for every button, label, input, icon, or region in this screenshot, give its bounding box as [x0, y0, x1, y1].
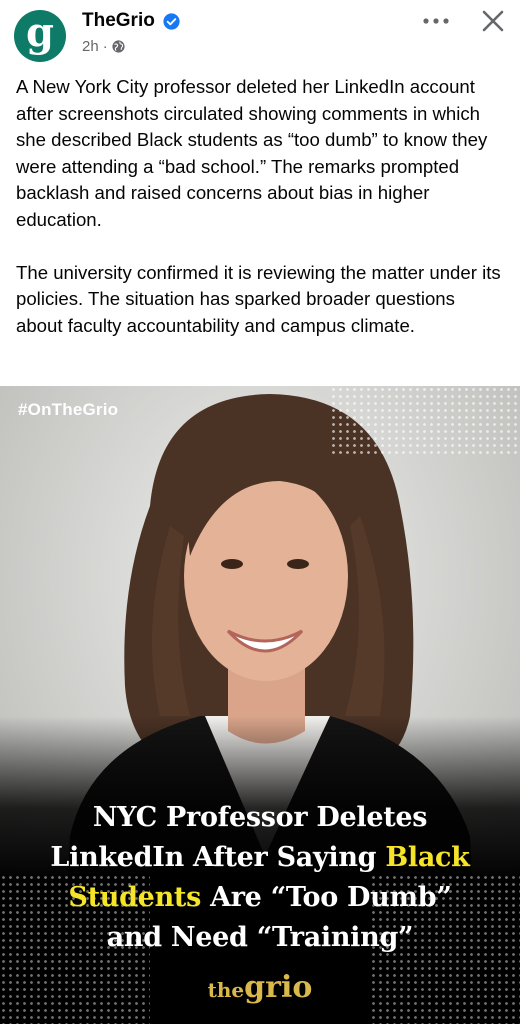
verified-badge-icon	[163, 13, 180, 30]
post-time[interactable]: 2h	[82, 38, 99, 55]
more-options-button[interactable]	[418, 6, 454, 36]
post-image[interactable]: #OnTheGrio NYC Professor Deletes LinkedI…	[0, 386, 520, 1024]
close-icon	[482, 10, 504, 32]
caption-paragraph-1: A New York City professor deleted her Li…	[16, 76, 488, 230]
dot-pattern-decoration	[330, 386, 520, 456]
headline-highlight: Students	[68, 882, 201, 913]
post-caption: A New York City professor deleted her Li…	[16, 74, 504, 366]
more-options-icon	[423, 18, 449, 24]
post-header: g TheGrio 2h ·	[0, 0, 520, 72]
headline-highlight: Black	[385, 842, 470, 873]
globe-icon	[112, 40, 125, 53]
page-name[interactable]: TheGrio	[82, 10, 155, 32]
image-headline: NYC Professor Deletes LinkedIn After Say…	[10, 798, 510, 958]
headline-line-4: and Need “Training”	[106, 922, 414, 953]
thegrio-watermark-logo: thegrio	[207, 970, 313, 1005]
post-meta: 2h ·	[82, 38, 125, 55]
headline-line-1: NYC Professor Deletes	[92, 802, 428, 833]
headline-line-3: Students Are “Too Dumb”	[68, 882, 452, 913]
avatar-letter: g	[26, 9, 54, 56]
caption-paragraph-2: The university confirmed it is reviewing…	[16, 261, 501, 336]
headline-line-2: LinkedIn After Saying Black	[50, 842, 470, 873]
page-avatar[interactable]: g	[14, 10, 66, 62]
close-button[interactable]	[476, 4, 510, 38]
meta-separator: ·	[102, 38, 108, 55]
hashtag-label: #OnTheGrio	[18, 400, 119, 419]
